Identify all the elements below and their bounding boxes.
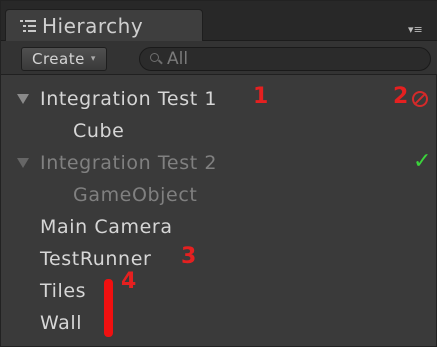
- hierarchy-item-integration-test-1[interactable]: Integration Test 1 1 2: [1, 83, 437, 115]
- annotation-2: 2: [393, 84, 409, 109]
- item-label: Cube: [73, 120, 125, 142]
- create-dropdown-button[interactable]: Create ▾: [21, 47, 107, 71]
- search-field[interactable]: [139, 47, 431, 71]
- search-icon[interactable]: [150, 52, 164, 66]
- item-label: GameObject: [73, 184, 198, 206]
- check-icon: ✓: [413, 149, 433, 174]
- hierarchy-list: Integration Test 1 1 2 Cube Integration …: [1, 83, 437, 339]
- annotation-1: 1: [253, 84, 269, 109]
- annotation-bracket: [104, 279, 113, 337]
- hierarchy-item-tiles[interactable]: Tiles 4: [1, 269, 437, 307]
- chevron-down-icon: ▾: [90, 54, 96, 64]
- item-label: Wall: [40, 312, 83, 334]
- hierarchy-item-integration-test-2[interactable]: Integration Test 2 ✓: [1, 147, 437, 179]
- tab-hierarchy[interactable]: Hierarchy: [5, 9, 203, 41]
- foldout-arrow-icon[interactable]: [17, 158, 29, 168]
- hierarchy-item-wall[interactable]: Wall: [1, 307, 437, 339]
- annotation-3: 3: [181, 244, 197, 269]
- tab-strip: Hierarchy ▾≡: [1, 1, 437, 41]
- item-label: Tiles: [40, 280, 87, 302]
- hierarchy-list-icon: [20, 19, 36, 33]
- item-label: Main Camera: [40, 216, 173, 238]
- tab-title: Hierarchy: [42, 13, 144, 38]
- panel-menu-icon[interactable]: ▾≡: [408, 23, 430, 37]
- hierarchy-item-main-camera[interactable]: Main Camera: [1, 211, 437, 243]
- error-icon: [412, 91, 428, 107]
- hierarchy-item-gameobject[interactable]: GameObject: [1, 179, 437, 211]
- hierarchy-item-testrunner[interactable]: TestRunner 3: [1, 243, 437, 275]
- create-label: Create: [32, 50, 85, 68]
- hierarchy-toolbar: Create ▾: [1, 41, 437, 75]
- foldout-arrow-icon[interactable]: [17, 94, 29, 104]
- item-label: Integration Test 2: [40, 152, 218, 174]
- annotation-4: 4: [121, 269, 137, 294]
- item-label: TestRunner: [40, 248, 152, 270]
- search-input[interactable]: [167, 49, 407, 69]
- item-label: Integration Test 1: [40, 88, 218, 110]
- hierarchy-window: Hierarchy ▾≡ Create ▾ Integration Test 1…: [0, 0, 437, 347]
- hierarchy-item-cube[interactable]: Cube: [1, 115, 437, 147]
